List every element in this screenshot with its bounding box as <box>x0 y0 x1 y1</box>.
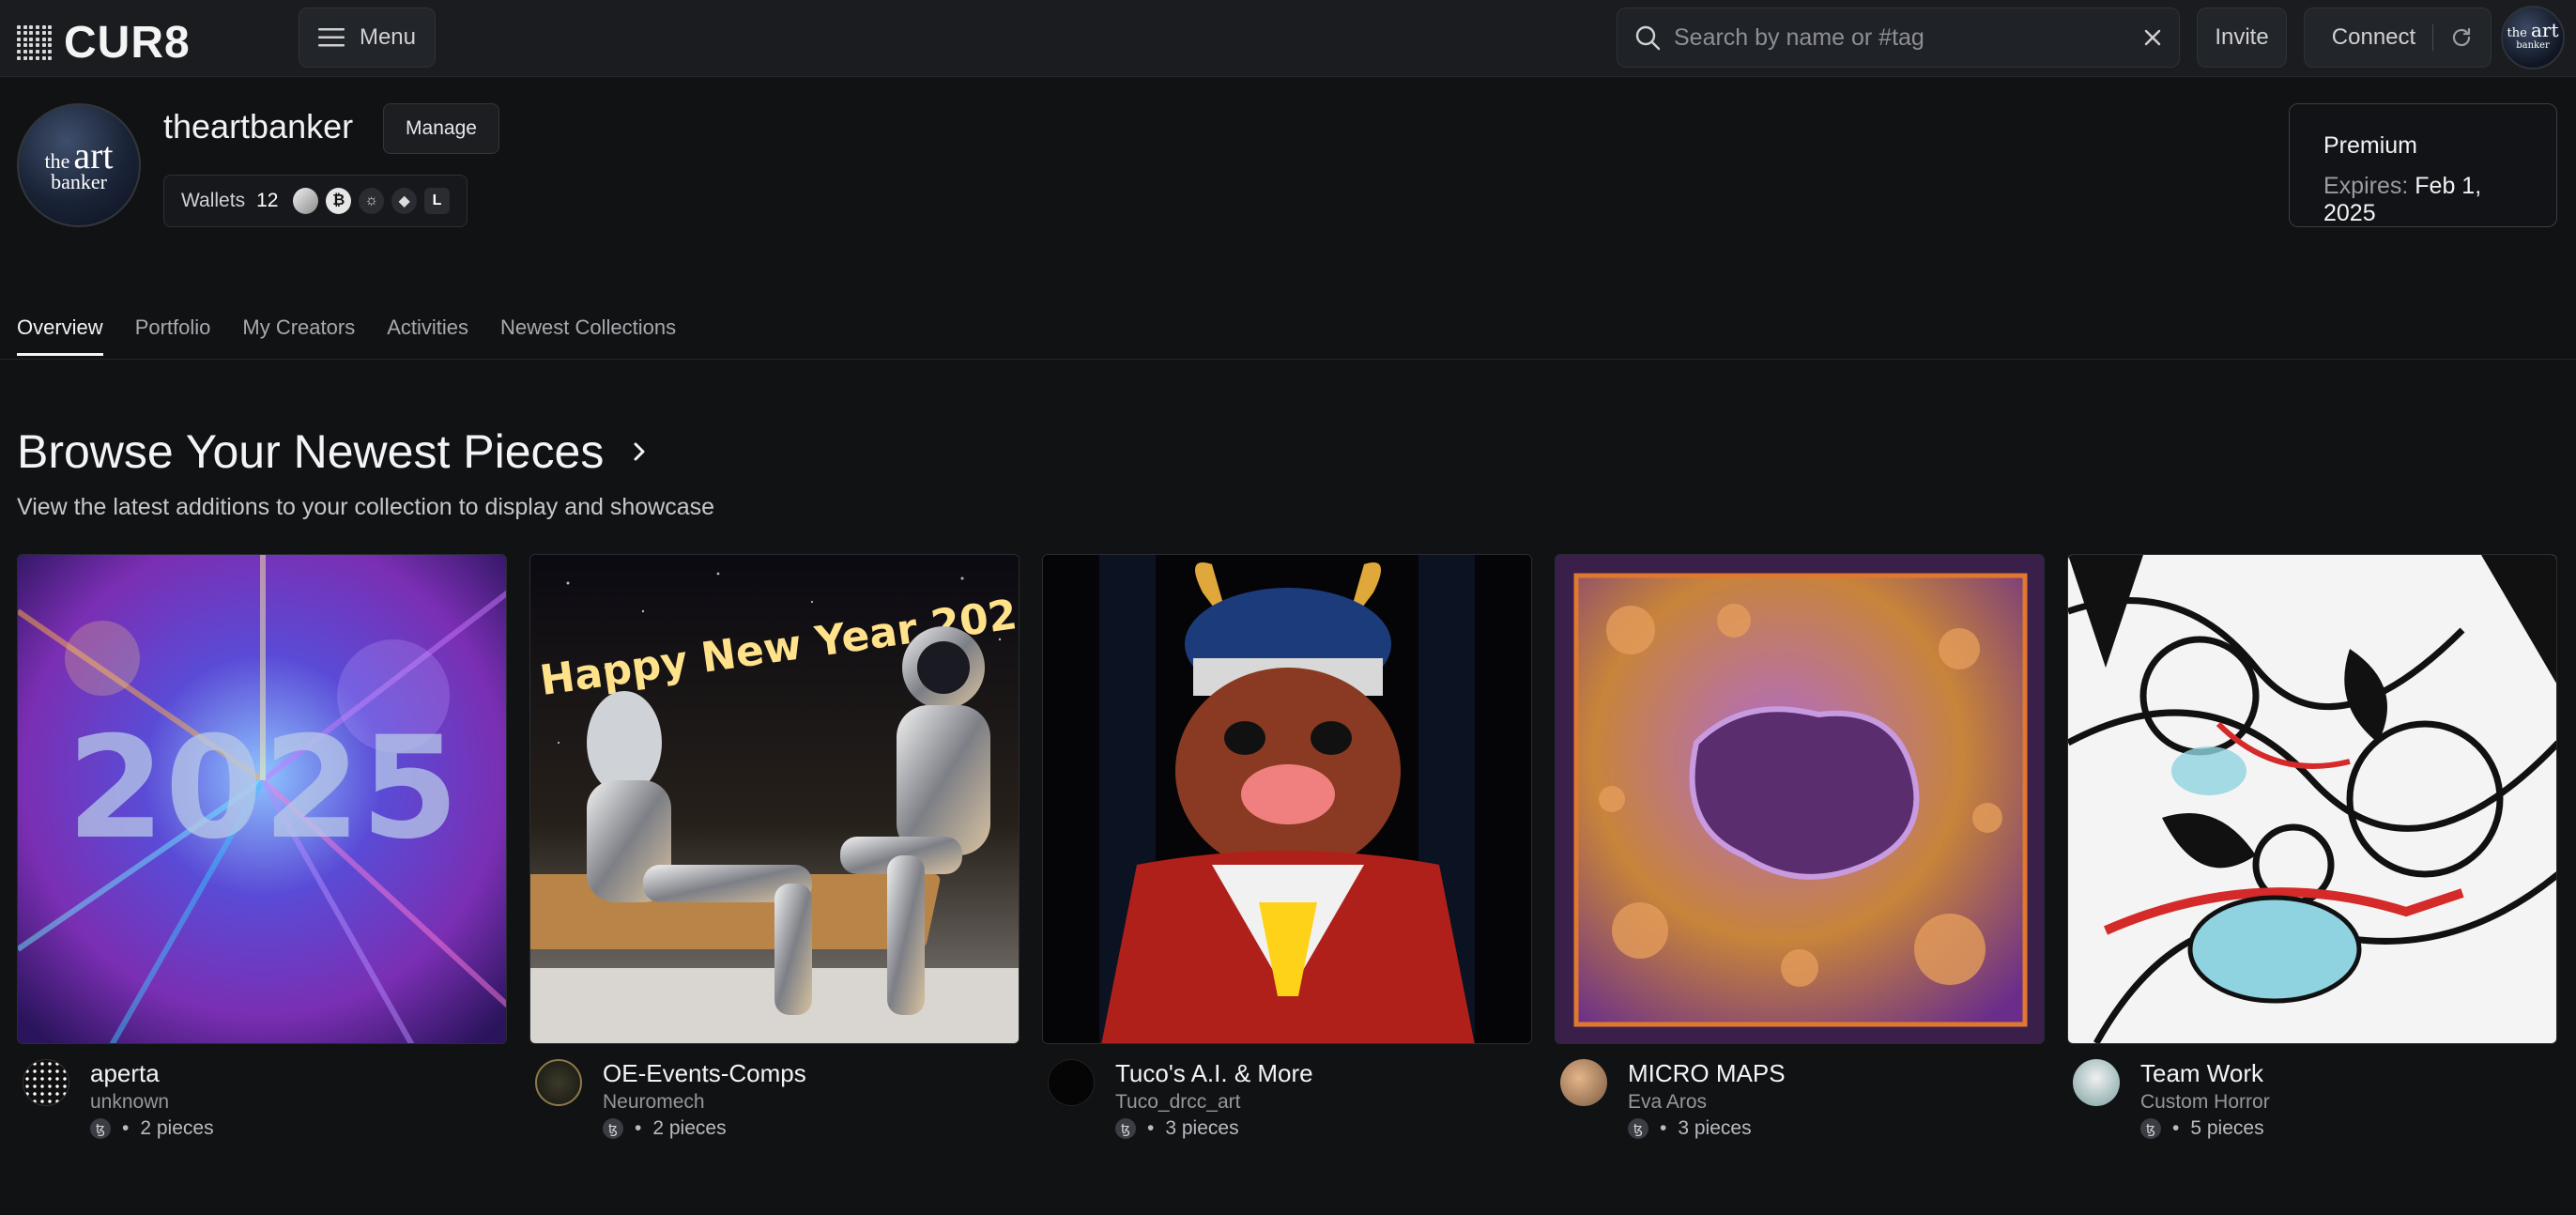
manage-button[interactable]: Manage <box>383 103 499 154</box>
collection-card[interactable]: MICRO MAPS Eva Aros ꜩ • 3 pieces <box>1555 554 2045 1147</box>
collection-stats: ꜩ • 2 pieces <box>603 1117 727 1140</box>
piece-count: 3 pieces <box>1678 1117 1752 1139</box>
wallets-summary[interactable]: Wallets 12 ₿ ☼ ◆ L <box>163 175 468 227</box>
wallets-count: 12 <box>256 190 279 211</box>
search-input[interactable] <box>1674 23 2130 52</box>
collection-card[interactable]: Tuco's A.I. & More Tuco_drcc_art ꜩ • 3 p… <box>1042 554 1532 1147</box>
account-avatar-text-2: art <box>2530 18 2559 41</box>
logo-grid-icon <box>17 24 53 61</box>
creator-name: Custom Horror <box>2140 1091 2270 1113</box>
collection-stats: ꜩ • 3 pieces <box>1628 1117 1752 1140</box>
separator-dot: • <box>1660 1117 1667 1139</box>
wallets-label: Wallets <box>181 190 246 211</box>
tab-my-creators[interactable]: My Creators <box>242 315 355 356</box>
logo-text: CUR8 <box>64 18 191 68</box>
connect-label: Connect <box>2323 24 2434 51</box>
l-chain-icon: L <box>424 188 450 214</box>
collection-stats: ꜩ • 3 pieces <box>1115 1117 1239 1140</box>
artwork-text: 2025 <box>67 707 458 870</box>
top-bar: CUR8 Menu Invite Connect <box>0 0 2576 77</box>
separator-dot: • <box>2172 1117 2180 1139</box>
creator-avatar <box>1048 1059 1095 1106</box>
artwork-image[interactable] <box>1555 554 2045 1044</box>
creator-name: unknown <box>90 1091 170 1113</box>
tabs-divider <box>0 359 2576 360</box>
collection-stats: ꜩ • 2 pieces <box>90 1117 214 1140</box>
creator-name: Neuromech <box>603 1091 705 1113</box>
artwork-image[interactable] <box>1042 554 1532 1044</box>
collection-title: Team Work <box>2140 1059 2263 1087</box>
search-box <box>1617 8 2180 68</box>
separator-dot: • <box>635 1117 642 1139</box>
collection-card[interactable]: 2025 aperta unknown ꜩ • 2 pieces <box>17 554 507 1147</box>
chevron-right-icon[interactable] <box>632 440 647 463</box>
collection-title: aperta <box>90 1059 160 1087</box>
invite-button[interactable]: Invite <box>2197 8 2287 68</box>
separator-dot: • <box>1147 1117 1155 1139</box>
creator-name: Eva Aros <box>1628 1091 1708 1113</box>
section-title: Browse Your Newest Pieces <box>17 425 605 478</box>
ethereum-icon: ◆ <box>391 188 418 214</box>
circle-chain-icon <box>293 188 319 214</box>
tab-activities[interactable]: Activities <box>387 315 468 356</box>
account-avatar-text-1: the <box>2507 25 2527 40</box>
clear-search-icon[interactable] <box>2143 28 2162 47</box>
section-subtitle: View the latest additions to your collec… <box>17 494 715 520</box>
creator-avatar <box>535 1059 582 1106</box>
creator-avatar <box>2073 1059 2120 1106</box>
section-header[interactable]: Browse Your Newest Pieces <box>17 424 647 479</box>
artwork-image[interactable]: 2025 <box>17 554 507 1044</box>
creator-name: Tuco_drcc_art <box>1115 1091 1241 1113</box>
profile-username: theartbanker <box>163 107 354 146</box>
sun-chain-icon: ☼ <box>359 188 385 214</box>
connect-button[interactable]: Connect <box>2304 8 2492 68</box>
collection-title: MICRO MAPS <box>1628 1059 1786 1087</box>
cur8-logo[interactable]: CUR8 <box>17 17 191 69</box>
artwork-image[interactable]: Happy New Year 2025! <box>529 554 1020 1044</box>
piece-count: 3 pieces <box>1165 1117 1239 1139</box>
profile-avatar-text-3: banker <box>51 170 107 193</box>
premium-expiry: Expires: Feb 1, 2025 <box>2323 173 2522 227</box>
account-avatar[interactable]: the art banker <box>2501 6 2565 69</box>
separator-dot: • <box>122 1117 130 1139</box>
piece-count: 2 pieces <box>140 1117 214 1139</box>
menu-button[interactable]: Menu <box>299 8 436 68</box>
account-avatar-text-3: banker <box>2516 39 2550 51</box>
search-icon <box>1635 25 1661 51</box>
tab-portfolio[interactable]: Portfolio <box>135 315 211 356</box>
tezos-icon: ꜩ <box>603 1118 623 1139</box>
piece-count: 5 pieces <box>2190 1117 2264 1139</box>
tab-overview[interactable]: Overview <box>17 315 103 356</box>
artwork-image[interactable] <box>2067 554 2557 1044</box>
menu-label: Menu <box>359 24 417 50</box>
collection-stats: ꜩ • 5 pieces <box>2140 1117 2264 1140</box>
tezos-icon: ꜩ <box>1628 1118 1648 1139</box>
premium-title: Premium <box>2323 132 2418 159</box>
refresh-icon[interactable] <box>2433 26 2473 49</box>
piece-count: 2 pieces <box>652 1117 727 1139</box>
creator-avatar <box>23 1059 69 1106</box>
collection-card[interactable]: Team Work Custom Horror ꜩ • 5 pieces <box>2067 554 2557 1147</box>
collection-title: Tuco's A.I. & More <box>1115 1059 1313 1087</box>
tezos-icon: ꜩ <box>90 1118 111 1139</box>
tezos-icon: ꜩ <box>1115 1118 1136 1139</box>
collection-title: OE-Events-Comps <box>603 1059 806 1087</box>
collection-card[interactable]: Happy New Year 2025! OE-Events-Comps Neu… <box>529 554 1020 1147</box>
tezos-icon: ꜩ <box>2140 1118 2161 1139</box>
bitcoin-icon: ₿ <box>326 188 352 214</box>
premium-expires-label: Expires: <box>2323 173 2409 199</box>
profile-avatar: the art banker <box>17 103 141 227</box>
profile-tabs: Overview Portfolio My Creators Activitie… <box>17 315 676 356</box>
premium-card: Premium Expires: Feb 1, 2025 <box>2289 103 2557 227</box>
hamburger-icon <box>317 28 345 47</box>
tab-newest-collections[interactable]: Newest Collections <box>500 315 676 356</box>
creator-avatar <box>1560 1059 1607 1106</box>
